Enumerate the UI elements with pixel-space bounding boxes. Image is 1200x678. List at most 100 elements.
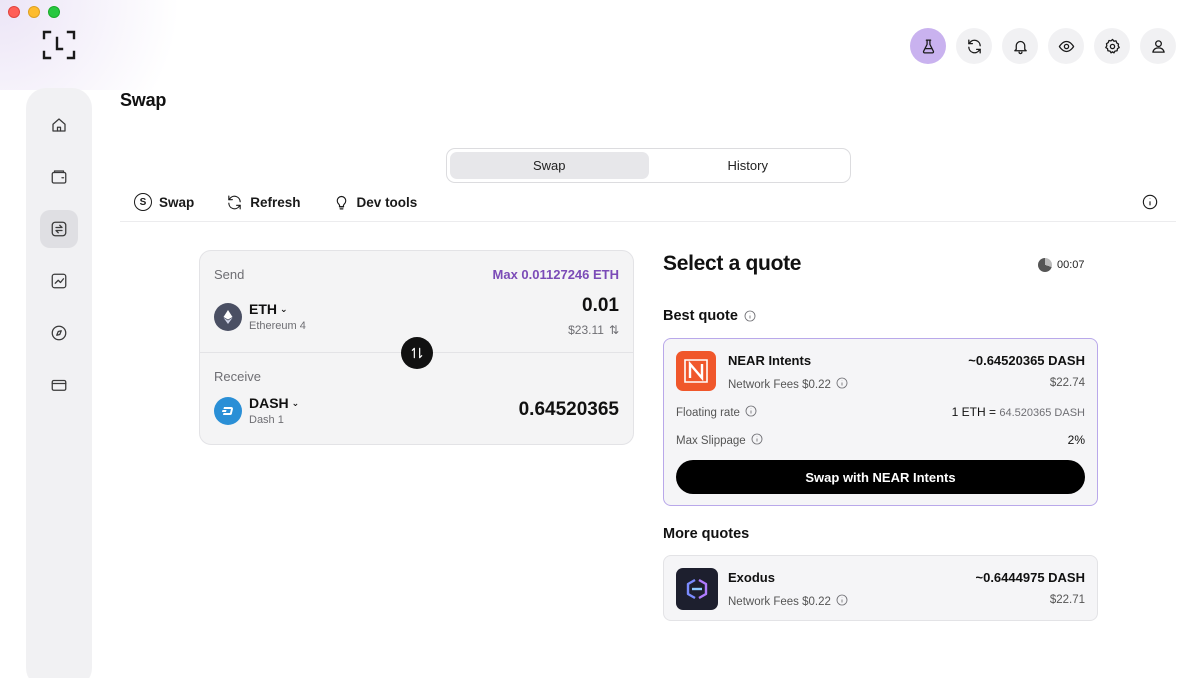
gear-icon (1104, 38, 1120, 54)
send-asset-selector[interactable]: ETH ⌄ Ethereum 4 (214, 301, 306, 332)
info-icon[interactable] (744, 310, 756, 322)
rate-left: 1 ETH = (951, 405, 997, 419)
info-icon[interactable] (751, 433, 763, 445)
compass-icon (51, 325, 67, 341)
bell-icon (1013, 40, 1027, 54)
settings-button[interactable] (1094, 28, 1130, 64)
top-toolbar (910, 28, 1176, 64)
quote-amount: ~0.64520365 DASH (968, 353, 1085, 368)
refresh-icon (228, 195, 241, 209)
eth-icon (214, 302, 242, 331)
more-quotes-heading: More quotes (663, 526, 749, 542)
info-icon[interactable] (745, 405, 757, 417)
network-fees: Network Fees $0.22 (728, 595, 831, 608)
window-minimize-button[interactable] (28, 6, 40, 18)
wallet-icon (51, 170, 67, 184)
quote-usd: $22.71 (1049, 594, 1085, 606)
provider-name: NEAR Intents (728, 353, 812, 368)
window-controls (8, 6, 60, 18)
exodus-logo (676, 568, 718, 610)
tab-swap[interactable]: Swap (450, 152, 649, 179)
sidebar (26, 88, 92, 678)
refresh-button[interactable]: Refresh (226, 194, 301, 211)
swap-s-icon: S (134, 193, 152, 211)
timer-icon (1038, 258, 1052, 272)
home-icon (52, 118, 66, 132)
receive-amount: 0.64520365 (518, 399, 619, 420)
info-icon[interactable] (836, 594, 848, 606)
receive-label: Receive (214, 369, 261, 384)
info-icon[interactable] (836, 377, 848, 389)
receive-network: Dash 1 (249, 414, 284, 426)
view-tabs: Swap History (446, 148, 851, 183)
notifications-button[interactable] (1002, 28, 1038, 64)
dev-tools-button[interactable]: Dev tools (333, 194, 418, 211)
receive-asset-selector[interactable]: DASH ⌄ Dash 1 (214, 395, 299, 426)
dash-icon (214, 396, 242, 425)
send-asset-name: ETH (249, 301, 277, 317)
provider-fees: Network Fees $0.22 (728, 594, 848, 609)
quote-option-exodus[interactable]: Exodus Network Fees $0.22 ~0.6444975 DAS… (663, 555, 1098, 621)
quotes-title: Select a quote (663, 252, 802, 275)
quote-timer: 00:07 (1038, 258, 1085, 272)
swap-with-near-button[interactable]: Swap with NEAR Intents (676, 460, 1085, 494)
swap-tool-button[interactable]: S Swap (134, 193, 194, 211)
floating-rate-label: Floating rate (676, 406, 740, 419)
info-button[interactable] (1142, 194, 1158, 215)
chevron-down-icon: ⌄ (280, 303, 288, 314)
app-logo (42, 30, 76, 60)
max-button[interactable]: Max 0.01127246 ETH (493, 267, 619, 282)
provider-fees: Network Fees $0.22 (728, 377, 848, 392)
more-quotes-label: More quotes (663, 526, 750, 542)
tab-history[interactable]: History (649, 152, 848, 179)
receive-asset-name: DASH (249, 395, 289, 411)
account-button[interactable] (1140, 28, 1176, 64)
sidebar-item-home[interactable] (40, 106, 78, 144)
quote-amount: ~0.6444975 DASH (975, 570, 1086, 585)
credit-card-icon (51, 379, 67, 391)
best-quote-card[interactable]: NEAR Intents Network Fees $0.22 ~0.64520… (663, 338, 1098, 506)
sidebar-item-markets[interactable] (40, 262, 78, 300)
swap-icon (51, 221, 67, 237)
dev-tools-label: Dev tools (356, 194, 418, 210)
provider-name: Exodus (728, 570, 775, 585)
switch-direction-button[interactable] (401, 337, 433, 369)
floating-rate-value: 1 ETH = 64.520365 DASH (952, 405, 1085, 419)
swap-tool-label: Swap (159, 194, 195, 210)
quote-usd: $22.74 (1049, 377, 1085, 389)
sidebar-item-swap[interactable] (40, 210, 78, 248)
sidebar-item-card[interactable] (40, 366, 78, 404)
refresh-icon (967, 38, 981, 54)
visibility-button[interactable] (1048, 28, 1084, 64)
window-close-button[interactable] (8, 6, 20, 18)
sidebar-item-wallet[interactable] (40, 158, 78, 196)
network-fees: Network Fees $0.22 (728, 378, 831, 391)
info-icon (1142, 194, 1158, 210)
send-fiat-value: $23.11 ⇅ (568, 323, 619, 337)
toolbar-divider (120, 221, 1176, 222)
floating-rate-label-row: Floating rate (676, 405, 757, 420)
sync-button[interactable] (956, 28, 992, 64)
lab-button[interactable] (910, 28, 946, 64)
chevron-down-icon: ⌄ (291, 397, 300, 408)
sidebar-item-explore[interactable] (40, 314, 78, 352)
action-toolbar: S Swap Refresh Dev tools (134, 192, 417, 212)
lightbulb-icon (336, 195, 346, 209)
timer-value: 00:07 (1057, 259, 1085, 271)
send-network: Ethereum 4 (249, 320, 306, 332)
best-quote-label: Best quote (663, 308, 738, 324)
swap-units-icon[interactable]: ⇅ (609, 323, 619, 337)
slippage-value: 2% (1067, 433, 1085, 447)
near-intents-logo (676, 351, 716, 391)
window-maximize-button[interactable] (48, 6, 60, 18)
refresh-label: Refresh (250, 194, 301, 210)
slippage-label-row: Max Slippage (676, 433, 763, 448)
best-quote-heading: Best quote (663, 308, 756, 324)
flask-icon (922, 38, 934, 54)
arrows-up-down-icon (411, 347, 423, 359)
swap-form: Send Max 0.01127246 ETH ETH ⌄ Ethereum 4 … (199, 250, 634, 445)
eye-icon (1058, 40, 1074, 52)
send-fiat-amount: $23.11 (568, 323, 604, 337)
slippage-label: Max Slippage (676, 434, 746, 447)
send-amount-input[interactable]: 0.01 (582, 295, 619, 317)
